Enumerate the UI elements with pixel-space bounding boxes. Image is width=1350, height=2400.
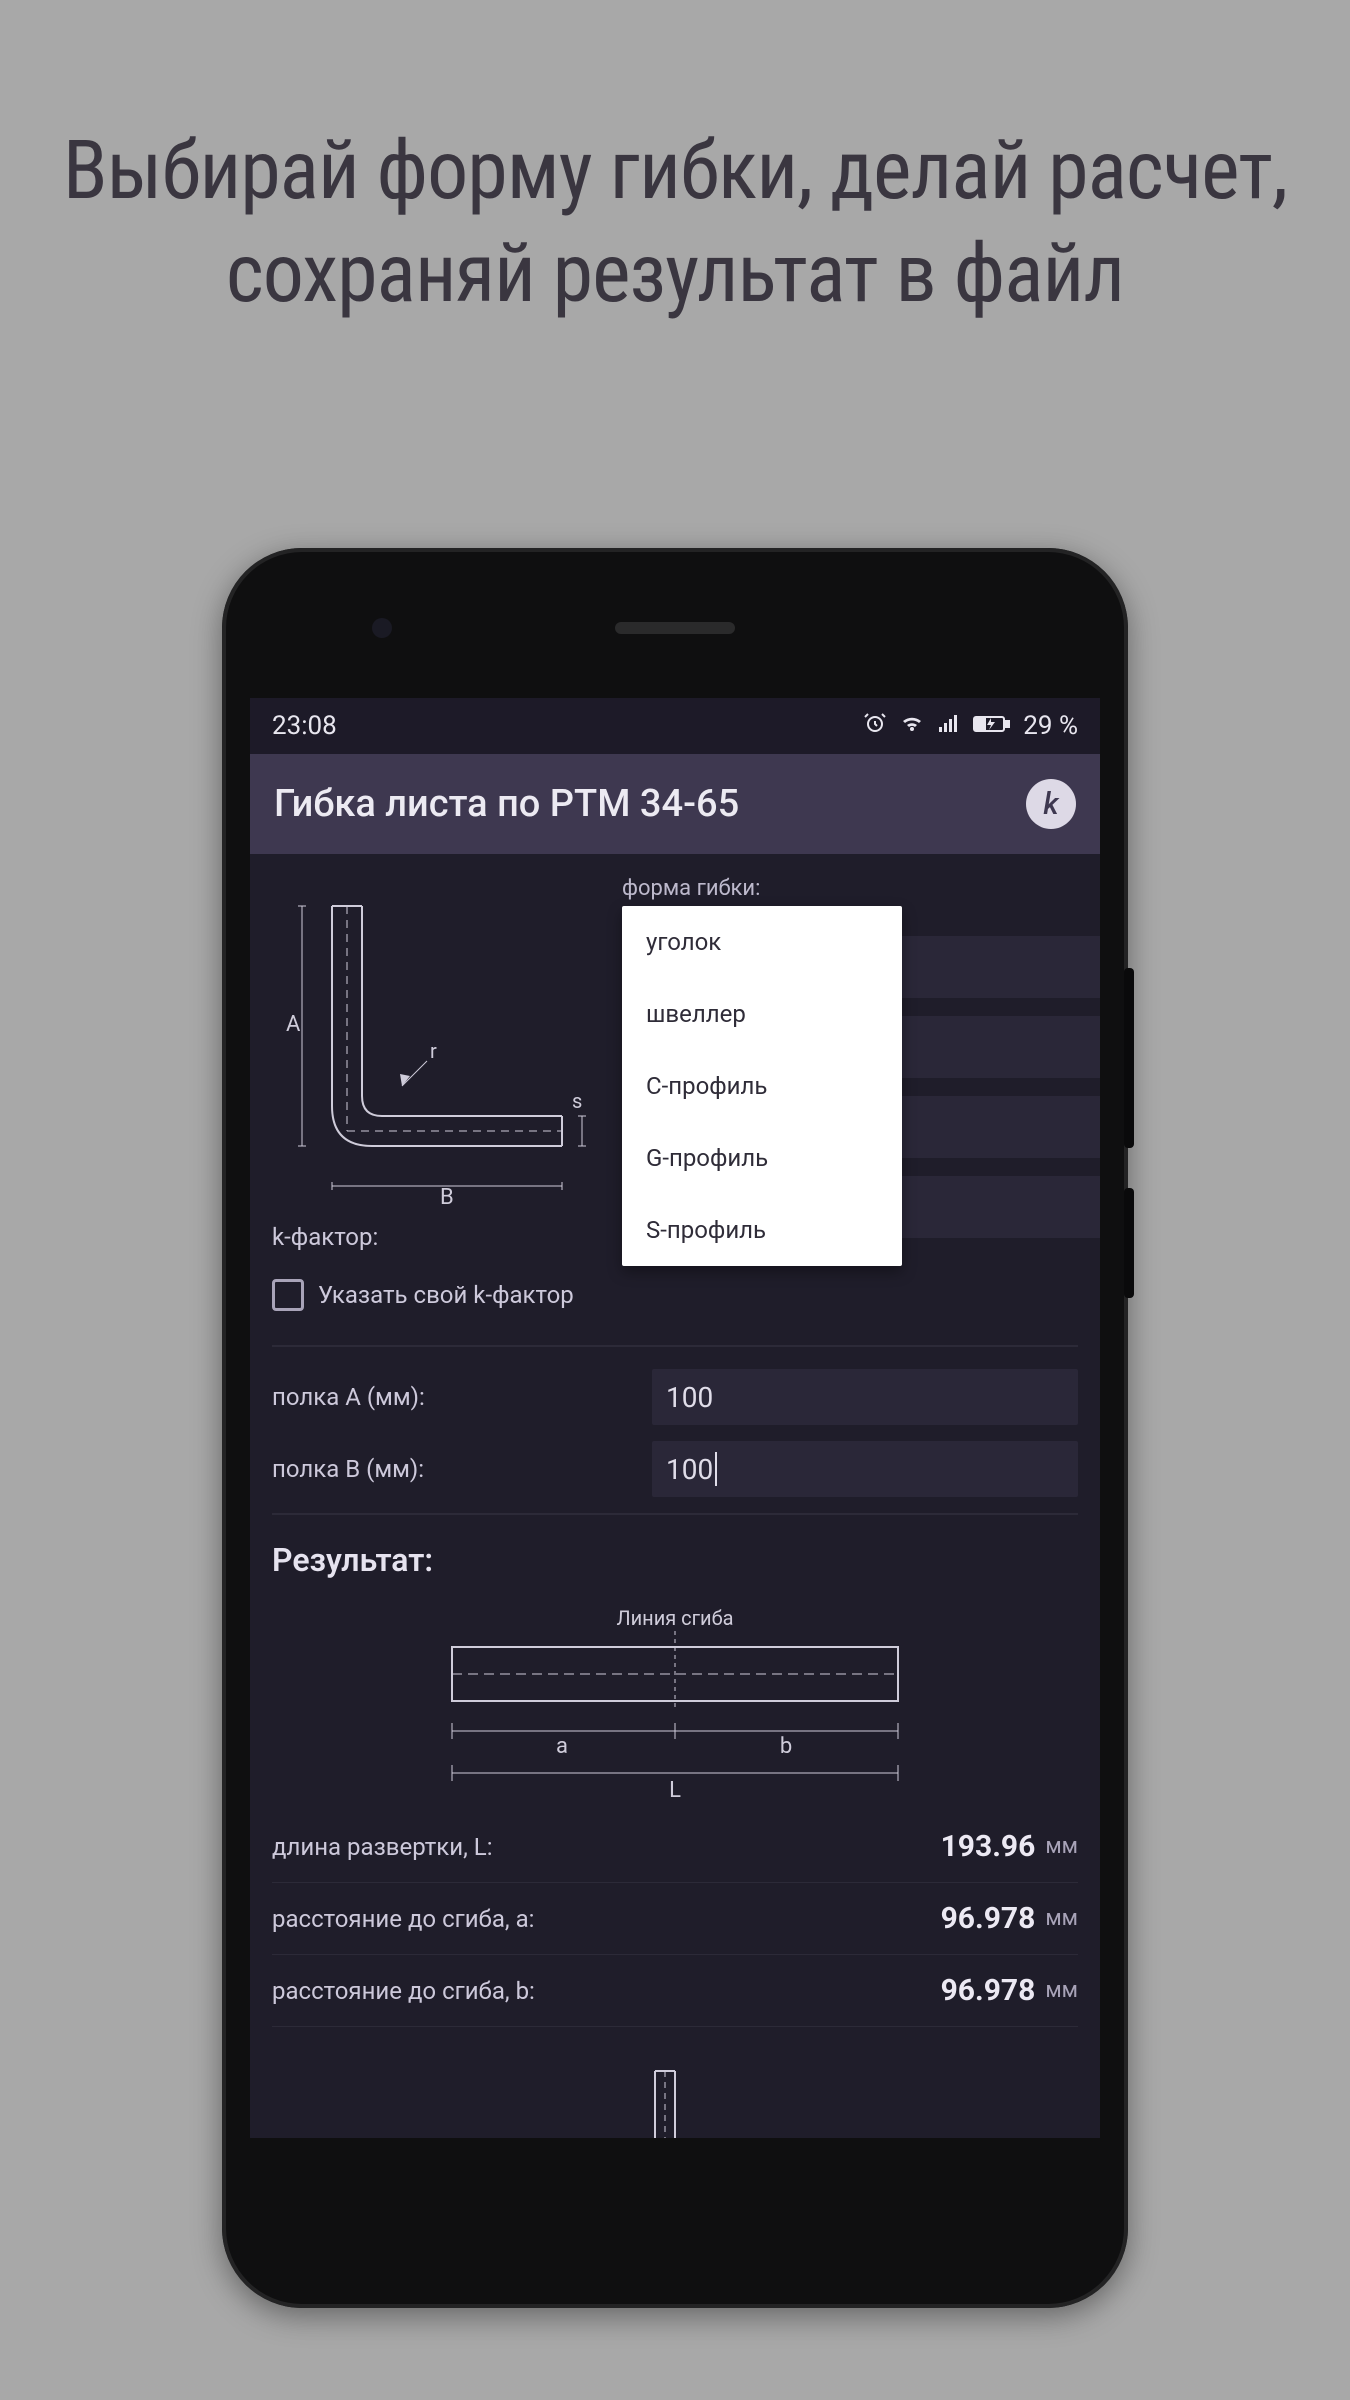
- shape-option-channel[interactable]: швеллер: [622, 978, 902, 1050]
- result-row-b: расстояние до сгиба, b: 96.978 мм: [272, 1955, 1078, 2027]
- flange-b-input[interactable]: 100: [652, 1441, 1078, 1497]
- result-thumbnail: L a: [272, 2061, 1078, 2138]
- shape-dropdown[interactable]: уголок швеллер С-профиль G-профиль S-про…: [622, 906, 902, 1266]
- shape-option-g[interactable]: G-профиль: [622, 1122, 902, 1194]
- flange-a-label: полка А (мм):: [272, 1383, 652, 1411]
- text-cursor: [715, 1452, 717, 1486]
- svg-text:Линия сгиба: Линия сгиба: [616, 1606, 733, 1630]
- result-label-a: расстояние до сгиба, a:: [272, 1905, 941, 1933]
- custom-k-label: Указать свой k-фактор: [318, 1281, 574, 1309]
- result-unit-length: мм: [1045, 1834, 1078, 1859]
- volume-button: [1124, 968, 1134, 1148]
- headline: Выбирай форму гибки, делай расчет, сохра…: [0, 120, 1350, 325]
- result-row-a: расстояние до сгиба, a: 96.978 мм: [272, 1883, 1078, 1955]
- custom-k-checkbox-row[interactable]: Указать свой k-фактор: [272, 1279, 1078, 1311]
- app-bar: Гибка листа по РТМ 34-65 k: [250, 754, 1100, 854]
- signal-icon: [937, 711, 961, 742]
- svg-text:a: a: [556, 1734, 568, 1759]
- separator-2: [272, 1513, 1078, 1515]
- screen: 23:08 29 % Гибка листа по РТМ 34-65 k: [250, 698, 1100, 2138]
- custom-k-checkbox[interactable]: [272, 1279, 304, 1311]
- dim-s-label: s: [572, 1089, 582, 1113]
- dim-b-label: B: [440, 1185, 454, 1206]
- proximity-sensor: [372, 618, 392, 638]
- result-diagram: Линия сгиба a b L: [272, 1601, 1078, 1811]
- shape-option-s[interactable]: S-профиль: [622, 1194, 902, 1266]
- result-value-b: 96.978: [941, 1973, 1036, 2008]
- result-heading: Результат:: [272, 1541, 1078, 1579]
- battery-percent: 29 %: [1023, 711, 1078, 741]
- bend-diagram: A B r s: [272, 876, 602, 1206]
- result-unit-a: мм: [1045, 1906, 1078, 1931]
- power-button: [1124, 1188, 1134, 1298]
- phone-frame: 23:08 29 % Гибка листа по РТМ 34-65 k: [222, 548, 1128, 2308]
- result-unit-b: мм: [1045, 1978, 1078, 2003]
- dim-a-label: A: [286, 1012, 301, 1037]
- shape-option-angle[interactable]: уголок: [622, 906, 902, 978]
- svg-text:b: b: [780, 1734, 792, 1759]
- dim-r-label: r: [430, 1039, 437, 1063]
- svg-text:L: L: [669, 1778, 681, 1803]
- status-bar: 23:08 29 %: [250, 698, 1100, 754]
- shape-option-c[interactable]: С-профиль: [622, 1050, 902, 1122]
- battery-icon: [973, 711, 1011, 741]
- result-label-length: длина развертки, L:: [272, 1833, 941, 1861]
- flange-b-label: полка В (мм):: [272, 1455, 652, 1483]
- alarm-icon: [863, 711, 887, 742]
- flange-a-input[interactable]: 100: [652, 1369, 1078, 1425]
- result-label-b: расстояние до сгиба, b:: [272, 1977, 941, 2005]
- speaker-grill: [615, 622, 735, 634]
- result-row-length: длина развертки, L: 193.96 мм: [272, 1811, 1078, 1883]
- result-value-length: 193.96: [941, 1829, 1036, 1864]
- kfactor-label: k-фактор:: [272, 1223, 652, 1251]
- separator: [272, 1345, 1078, 1347]
- k-badge-icon[interactable]: k: [1026, 779, 1076, 829]
- shape-label: форма гибки:: [622, 876, 1078, 901]
- app-title: Гибка листа по РТМ 34-65: [274, 782, 1026, 826]
- result-value-a: 96.978: [941, 1901, 1036, 1936]
- content-area: A B r s форма гибки:: [250, 854, 1100, 2138]
- status-time: 23:08: [272, 711, 337, 741]
- wifi-icon: [899, 711, 925, 742]
